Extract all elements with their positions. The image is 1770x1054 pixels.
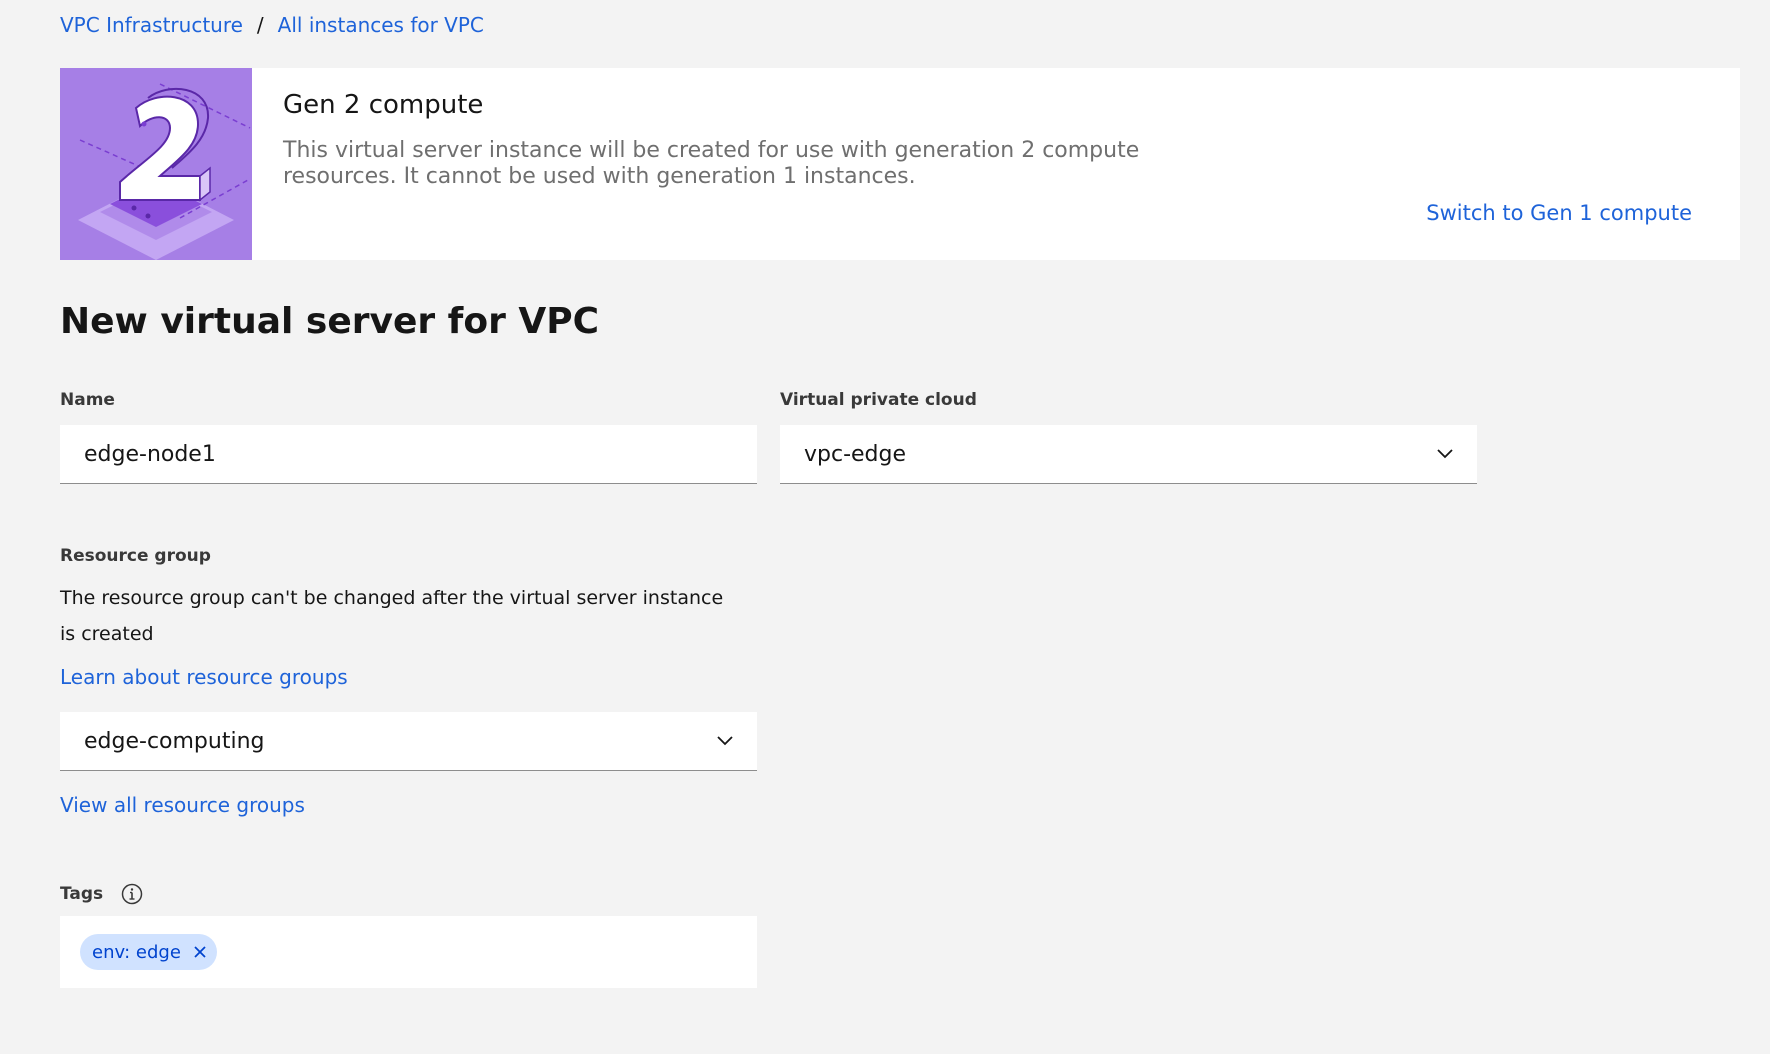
info-icon[interactable] (121, 883, 143, 905)
tags-label-row: Tags (60, 880, 143, 908)
gen-2-illustration-icon (60, 68, 252, 260)
tags-input[interactable]: env: edge (60, 916, 757, 988)
chevron-down-icon (1437, 449, 1453, 459)
close-icon[interactable] (193, 945, 207, 959)
gen2-banner: Gen 2 compute This virtual server instan… (60, 68, 1740, 260)
vpc-select[interactable]: vpc-edge (780, 425, 1477, 484)
banner-title: Gen 2 compute (283, 90, 484, 120)
breadcrumb: VPC Infrastructure / All instances for V… (60, 10, 484, 40)
banner-description: This virtual server instance will be cre… (283, 138, 1140, 189)
resource-group-select[interactable]: edge-computing (60, 712, 757, 771)
name-input[interactable]: edge-node1 (60, 425, 757, 484)
tags-label: Tags (60, 884, 104, 904)
tag-chip: env: edge (80, 934, 217, 970)
view-all-resource-groups-link[interactable]: View all resource groups (60, 791, 305, 819)
tag-label: env: edge (92, 941, 181, 963)
name-input-value: edge-node1 (84, 441, 216, 467)
vpc-label: Virtual private cloud (780, 390, 977, 410)
breadcrumb-separator: / (256, 13, 264, 37)
name-label: Name (60, 390, 115, 410)
switch-to-gen1-link[interactable]: Switch to Gen 1 compute (1426, 199, 1692, 227)
page: VPC Infrastructure / All instances for V… (0, 0, 1770, 1054)
breadcrumb-vpc-infrastructure[interactable]: VPC Infrastructure (60, 13, 243, 37)
resource-group-helper: The resource group can't be changed afte… (60, 587, 724, 645)
page-title: New virtual server for VPC (60, 301, 600, 342)
resource-group-label: Resource group (60, 546, 211, 566)
resource-group-select-value: edge-computing (84, 728, 265, 754)
chevron-down-icon (717, 736, 733, 746)
breadcrumb-all-instances[interactable]: All instances for VPC (278, 13, 484, 37)
learn-resource-groups-link[interactable]: Learn about resource groups (60, 663, 348, 691)
vpc-select-value: vpc-edge (804, 441, 907, 467)
